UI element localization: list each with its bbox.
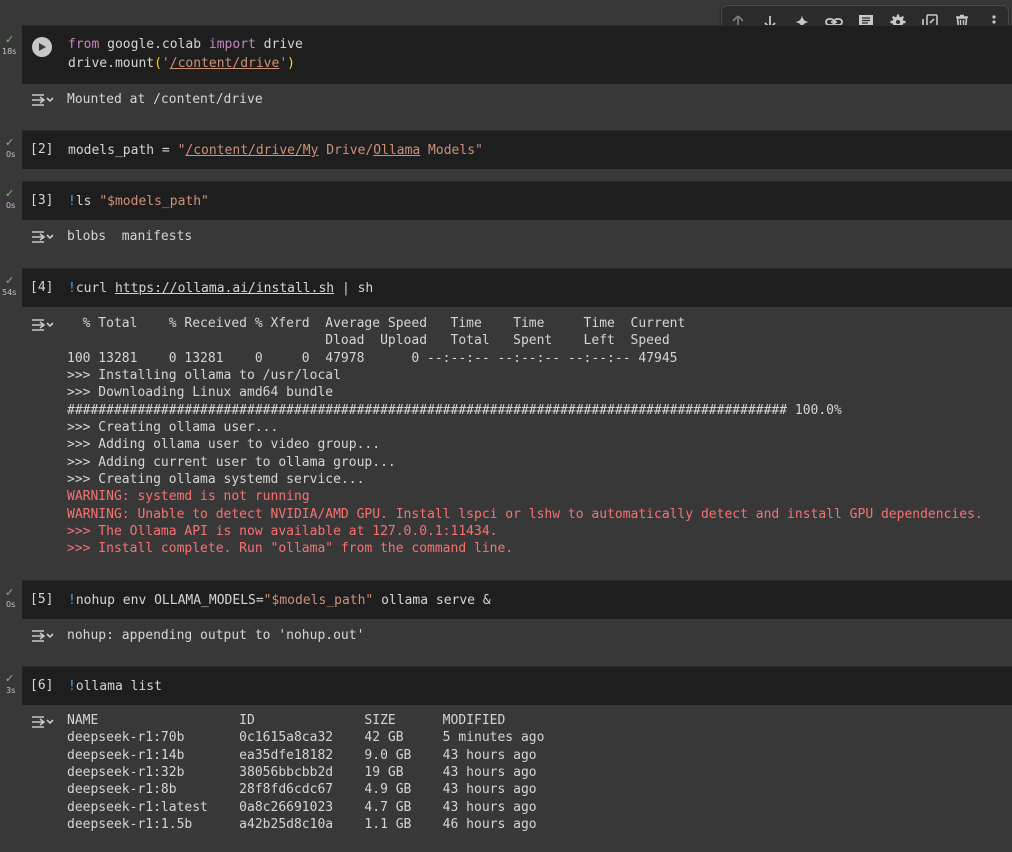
play-icon bbox=[39, 43, 46, 51]
check-icon: ✓ bbox=[5, 187, 15, 200]
code-editor[interactable]: !ls "$models_path" bbox=[68, 192, 209, 211]
code-cell-2[interactable]: [2] models_path = "/content/drive/My Dri… bbox=[22, 130, 1012, 169]
output-text: % Total % Received % Xferd Average Speed… bbox=[67, 316, 983, 557]
check-icon: ✓ bbox=[5, 136, 15, 149]
code-cell-1[interactable]: from google.colab import drive drive.mou… bbox=[22, 25, 1012, 84]
check-icon: ✓ bbox=[5, 672, 15, 685]
output-actions-icon[interactable] bbox=[30, 229, 56, 245]
output-text: nohup: appending output to 'nohup.out' bbox=[67, 628, 365, 643]
code-editor[interactable]: from google.colab import drive drive.mou… bbox=[68, 35, 303, 73]
table-header: NAME ID SIZE MODIFIED bbox=[67, 713, 506, 728]
output-actions-icon[interactable] bbox=[30, 92, 56, 108]
code-cell-6[interactable]: [6] !ollama list bbox=[22, 666, 1012, 705]
execution-count: [3] bbox=[30, 193, 54, 208]
output-area-1: Mounted at /content/drive bbox=[22, 84, 1012, 118]
output-actions-icon[interactable] bbox=[30, 714, 56, 730]
code-cell-3[interactable]: [3] !ls "$models_path" bbox=[22, 181, 1012, 220]
output-area-6: NAME ID SIZE MODIFIED deepseek-r1:70b 0c1… bbox=[22, 705, 1012, 852]
code-editor[interactable]: !curl https://ollama.ai/install.sh | sh bbox=[68, 279, 373, 298]
output-area-3: blobs manifests bbox=[22, 220, 1012, 254]
code-editor[interactable]: models_path = "/content/drive/My Drive/O… bbox=[68, 141, 483, 160]
warning-line: >>> The Ollama API is now available at 1… bbox=[67, 524, 498, 540]
output-area-4: % Total % Received % Xferd Average Speed… bbox=[22, 307, 1012, 565]
model-list-output: NAME ID SIZE MODIFIED deepseek-r1:70b 0c1… bbox=[67, 712, 544, 833]
table-row: deepseek-r1:70b 0c1615a8ca32 42 GB 5 min… bbox=[67, 730, 545, 746]
table-row: deepseek-r1:8b 28f8fd6cdc67 4.9 GB 43 ho… bbox=[67, 782, 537, 798]
output-text: Mounted at /content/drive bbox=[67, 92, 263, 107]
output-actions-icon[interactable] bbox=[30, 628, 56, 644]
table-row: deepseek-r1:32b 38056bbcbb2d 19 GB 43 ho… bbox=[67, 765, 537, 781]
execution-count: [5] bbox=[30, 592, 54, 607]
warning-line: WARNING: Unable to detect NVIDIA/AMD GPU… bbox=[67, 506, 983, 522]
execution-time: 18s bbox=[2, 47, 17, 56]
execution-count: [4] bbox=[30, 280, 54, 295]
check-icon: ✓ bbox=[5, 33, 15, 46]
table-row: deepseek-r1:latest 0a8c26691023 4.7 GB 4… bbox=[67, 799, 537, 815]
code-cell-5[interactable]: [5] !nohup env OLLAMA_MODELS="$models_pa… bbox=[22, 580, 1012, 619]
warning-line: >>> Install complete. Run "ollama" from … bbox=[67, 541, 514, 557]
output-text: blobs manifests bbox=[67, 229, 193, 244]
table-row: deepseek-r1:1.5b a42b25d8c10a 1.1 GB 46 … bbox=[67, 817, 537, 833]
warning-line: WARNING: systemd is not running bbox=[67, 489, 310, 505]
check-icon: ✓ bbox=[5, 586, 15, 599]
code-editor[interactable]: !ollama list bbox=[68, 677, 162, 696]
check-icon: ✓ bbox=[5, 274, 15, 287]
execution-time: 54s bbox=[2, 288, 17, 297]
table-row: deepseek-r1:14b ea35dfe18182 9.0 GB 43 h… bbox=[67, 747, 537, 763]
output-area-5: nohup: appending output to 'nohup.out' bbox=[22, 619, 1012, 653]
code-editor[interactable]: !nohup env OLLAMA_MODELS="$models_path" … bbox=[68, 591, 491, 610]
execution-count: [2] bbox=[30, 142, 54, 157]
code-cell-4[interactable]: [4] !curl https://ollama.ai/install.sh |… bbox=[22, 268, 1012, 307]
output-actions-icon[interactable] bbox=[30, 317, 56, 333]
run-cell-button[interactable] bbox=[32, 37, 52, 57]
execution-count: [6] bbox=[30, 678, 54, 693]
